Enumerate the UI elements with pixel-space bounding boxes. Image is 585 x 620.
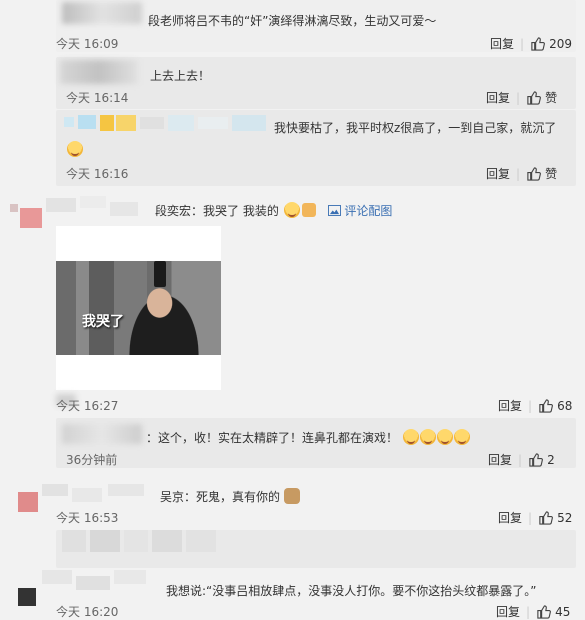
separator: ： <box>184 490 197 504</box>
divider: | <box>526 604 531 619</box>
image-icon <box>327 205 341 216</box>
blurred-username <box>64 115 270 131</box>
avatar <box>10 196 140 230</box>
avatar <box>62 424 142 444</box>
like-button[interactable]: 赞 <box>526 165 557 182</box>
comment-author[interactable]: 段奕宏 <box>155 204 191 218</box>
laugh-emoji-icon <box>419 429 436 445</box>
cat-emoji-icon <box>283 488 300 504</box>
comment-text: 段老师将吕不韦的“奸”演绎得淋漓尽致，生动又可爱～ <box>148 14 437 28</box>
like-count: 2 <box>547 452 555 467</box>
comment-line: 吴京：死鬼，真有你的 <box>160 488 300 505</box>
comment-actions: 回复 | 赞 <box>486 165 557 182</box>
reply-button[interactable]: 回复 <box>490 35 514 52</box>
avatar <box>62 2 142 24</box>
comment-text: 我哭了 我装的 <box>203 204 279 218</box>
reply-button[interactable]: 回复 <box>498 397 522 414</box>
like-count: 52 <box>557 510 573 525</box>
divider: | <box>518 452 523 467</box>
blurred-username <box>62 530 222 552</box>
comment-text: 我快要枯了，我平时权z很高了，一到自己家，就沉了 <box>274 121 557 135</box>
comment-actions: 回复 | 209 <box>490 35 572 52</box>
separator: ： <box>191 204 204 218</box>
comment-text-content: ：这个，收！实在太精辟了！连鼻孔都在演戏！ <box>146 431 399 445</box>
comment-author[interactable]: 吴京 <box>160 490 184 504</box>
reply-button[interactable]: 回复 <box>486 165 510 182</box>
laugh-emoji-icon <box>453 429 470 445</box>
comment-text: 我想说:“没事吕相放肆点，没事没人打你。要不你这抬头纹都暴露了。” <box>166 584 537 598</box>
comment-time: 今天 16:27 <box>56 399 119 413</box>
comment-time: 今天 16:20 <box>56 605 119 619</box>
thumbs-up-icon <box>539 399 553 413</box>
divider: | <box>516 90 521 105</box>
reply-button[interactable]: 回复 <box>496 603 520 620</box>
image-link[interactable]: 评论配图 <box>327 204 393 218</box>
divider: | <box>520 36 525 51</box>
divider: | <box>528 510 533 525</box>
emoji-icon <box>67 141 83 157</box>
comment-time: 36分钟前 <box>66 453 118 467</box>
thumbs-up-icon <box>531 37 545 51</box>
thumbs-up-emoji-icon <box>301 203 316 217</box>
comment-actions: 回复 | 赞 <box>486 89 557 106</box>
comment-text: ：这个，收！实在太精辟了！连鼻孔都在演戏！ <box>146 429 470 446</box>
comment-time: 今天 16:14 <box>66 91 129 105</box>
comment-actions: 回复 | 2 <box>488 451 555 468</box>
comment-actions: 回复 | 45 <box>496 603 570 620</box>
divider: | <box>528 398 533 413</box>
image-caption: 我哭了 <box>82 314 124 330</box>
like-button[interactable]: 52 <box>538 510 572 525</box>
thumbs-up-icon <box>539 511 553 525</box>
like-count: 68 <box>557 398 573 413</box>
like-button[interactable]: 2 <box>528 452 555 467</box>
comment-text: 死鬼，真有你的 <box>196 490 281 504</box>
comment-actions: 回复 | 68 <box>498 397 572 414</box>
thumbs-up-icon <box>527 91 541 105</box>
laugh-emoji-icon <box>436 429 453 445</box>
thumbs-up-icon <box>529 453 543 467</box>
comment-text: 上去上去！ <box>150 69 211 83</box>
like-count: 赞 <box>545 167 558 181</box>
laugh-emoji-icon <box>402 429 419 445</box>
comment-time: 今天 16:53 <box>56 511 119 525</box>
comment-time: 今天 16:09 <box>56 37 119 51</box>
reply-button[interactable]: 回复 <box>486 89 510 106</box>
like-count: 赞 <box>545 91 558 105</box>
person-shape <box>120 279 208 355</box>
reply-button[interactable]: 回复 <box>488 451 512 468</box>
comment-image-card[interactable]: 我哭了 <box>56 226 221 390</box>
like-count: 209 <box>549 36 572 51</box>
comment-time: 今天 16:16 <box>66 167 129 181</box>
like-count: 45 <box>555 604 571 619</box>
thumbs-up-icon <box>527 167 541 181</box>
emoji-icon <box>283 202 300 218</box>
thumbs-up-icon <box>537 605 551 619</box>
comment-image[interactable]: 我哭了 <box>56 261 221 355</box>
comment-actions: 回复 | 52 <box>498 509 572 526</box>
like-button[interactable]: 45 <box>536 604 570 619</box>
like-button[interactable]: 赞 <box>526 89 557 106</box>
avatar <box>60 60 138 84</box>
comment-line: 段奕宏：我哭了 我装的 评论配图 <box>155 202 392 219</box>
image-link-label: 评论配图 <box>344 204 393 218</box>
like-button[interactable]: 209 <box>530 36 572 51</box>
like-button[interactable]: 68 <box>538 398 572 413</box>
divider: | <box>516 166 521 181</box>
reply-button[interactable]: 回复 <box>498 509 522 526</box>
